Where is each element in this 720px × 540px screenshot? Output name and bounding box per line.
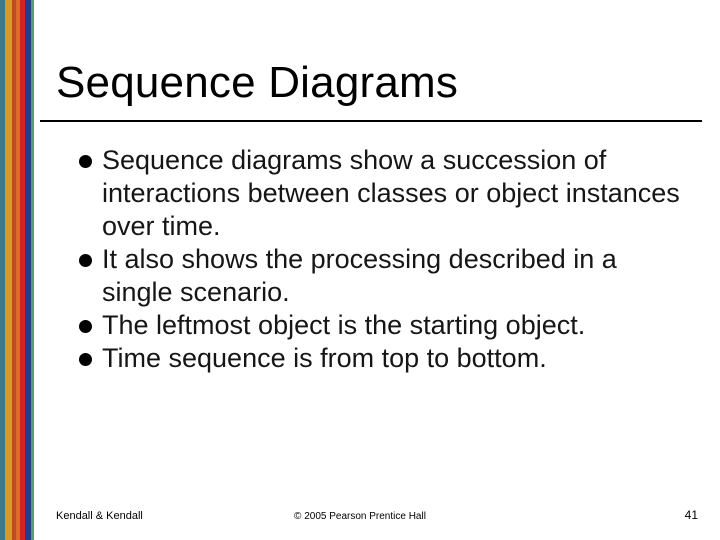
bullet-icon	[79, 254, 92, 267]
list-item: Time sequence is from top to bottom.	[102, 342, 682, 375]
footer-copyright: © 2005 Pearson Prentice Hall	[0, 511, 720, 522]
bullet-icon	[79, 353, 92, 366]
body-content: Sequence diagrams show a succession of i…	[102, 144, 682, 375]
bullet-icon	[79, 320, 92, 333]
bullet-text: Time sequence is from top to bottom.	[102, 342, 547, 375]
bullet-text: The leftmost object is the starting obje…	[102, 309, 585, 342]
bullet-text: It also shows the processing described i…	[102, 243, 682, 309]
slide-title: Sequence Diagrams	[56, 58, 458, 108]
bullet-icon	[79, 155, 92, 168]
title-underline	[40, 120, 702, 122]
slide: Sequence Diagrams Sequence diagrams show…	[0, 0, 720, 540]
list-item: Sequence diagrams show a succession of i…	[102, 144, 682, 243]
list-item: The leftmost object is the starting obje…	[102, 309, 682, 342]
slide-number: 41	[685, 508, 698, 522]
bullet-text: Sequence diagrams show a succession of i…	[102, 144, 682, 243]
list-item: It also shows the processing described i…	[102, 243, 682, 309]
